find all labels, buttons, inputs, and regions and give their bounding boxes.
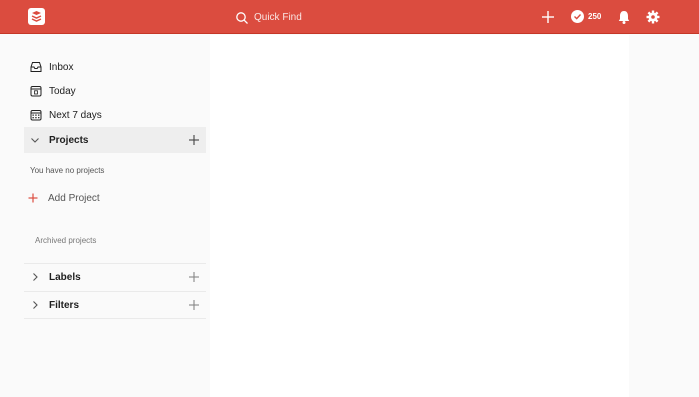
add-filter-plus-icon[interactable]	[188, 299, 200, 311]
main-content	[210, 35, 629, 397]
karma-check-icon	[571, 10, 584, 23]
search-placeholder: Quick Find	[254, 12, 302, 23]
chevron-right-icon	[33, 301, 38, 309]
projects-section-toggle[interactable]: Projects	[24, 127, 206, 153]
quick-find-search[interactable]: Quick Find	[230, 7, 530, 28]
filters-title: Filters	[49, 299, 80, 311]
right-gutter	[629, 35, 699, 397]
sidebar-item-inbox[interactable]: Inbox	[24, 55, 204, 79]
logo-icon[interactable]	[28, 8, 45, 25]
add-label-plus-icon[interactable]	[188, 271, 200, 283]
no-projects-text: You have no projects	[30, 166, 105, 175]
calendar-week-icon	[30, 110, 42, 121]
filters-section-toggle[interactable]: Filters	[24, 292, 206, 318]
add-project-label: Add Project	[48, 192, 100, 204]
sidebar-item-label: Inbox	[49, 61, 74, 73]
archived-projects-link[interactable]: Archived projects	[35, 236, 96, 245]
labels-section-toggle[interactable]: Labels	[24, 264, 206, 290]
add-task-icon[interactable]	[540, 9, 556, 25]
sidebar-item-label: Next 7 days	[49, 109, 102, 121]
labels-title: Labels	[49, 271, 81, 283]
sidebar-item-label: Today	[49, 85, 76, 97]
sidebar-item-next-7-days[interactable]: Next 7 days	[24, 103, 204, 127]
sidebar-item-today[interactable]: Today	[24, 79, 204, 103]
chevron-right-icon	[33, 273, 38, 281]
calendar-today-icon	[30, 86, 42, 97]
add-project-button[interactable]: Add Project	[28, 189, 148, 207]
plus-icon	[28, 193, 38, 203]
karma-points: 250	[588, 12, 602, 21]
sidebar: Inbox Today Next 7 days Projects You hav…	[0, 35, 210, 397]
karma-button[interactable]: 250	[571, 10, 601, 23]
gear-icon[interactable]	[645, 9, 661, 25]
search-icon	[236, 11, 248, 24]
chevron-down-icon	[31, 138, 39, 143]
bell-icon[interactable]	[616, 9, 632, 25]
divider	[24, 318, 206, 319]
top-bar: Quick Find 250	[0, 0, 699, 34]
projects-title: Projects	[49, 134, 89, 146]
inbox-icon	[30, 62, 42, 72]
add-project-plus-icon[interactable]	[188, 134, 200, 146]
